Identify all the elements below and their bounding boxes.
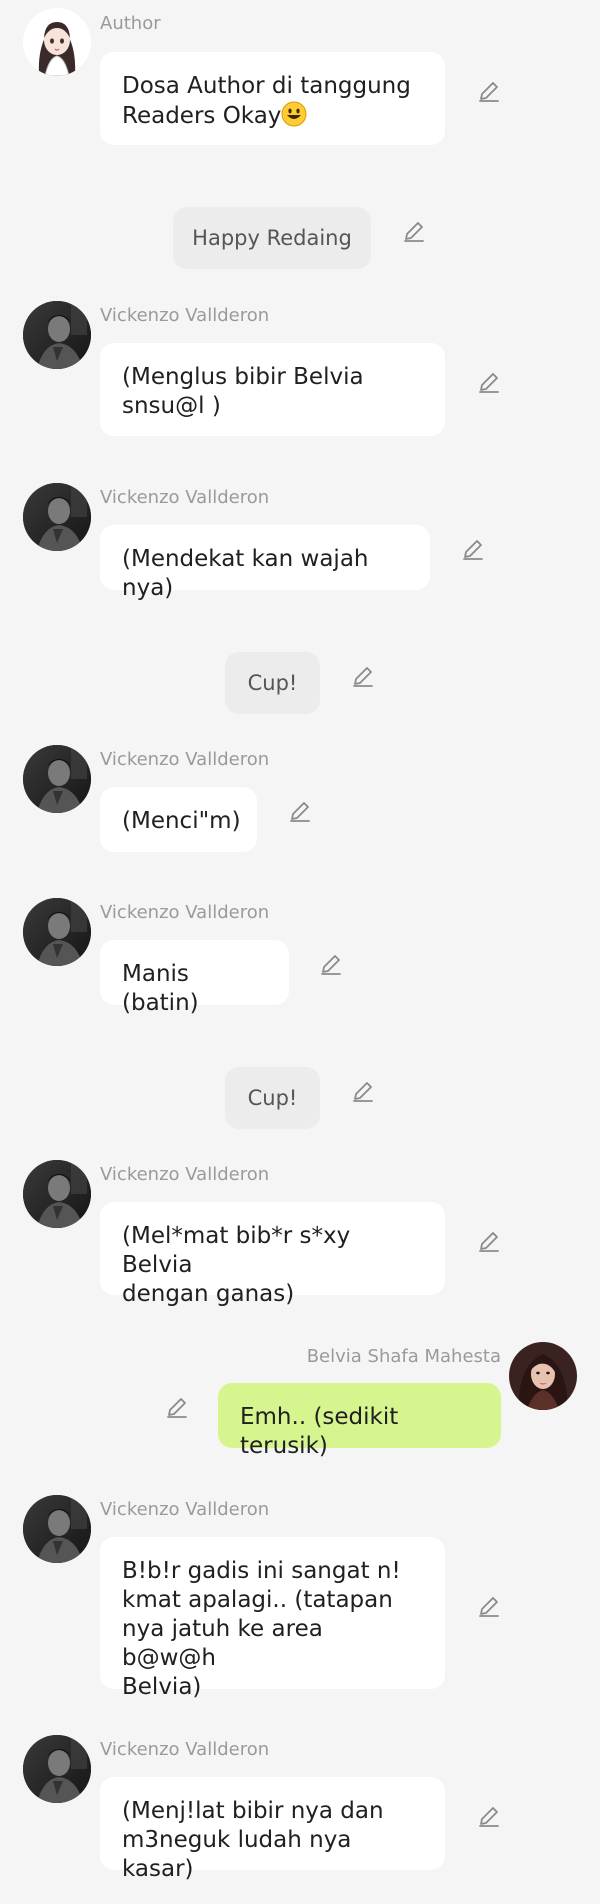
narration-text: Cup!	[247, 671, 298, 695]
message-text: Emh.. (sedikit terusik)	[240, 1404, 406, 1459]
sender-name: Vickenzo Vallderon	[100, 305, 270, 326]
message-text: (Mel*mat bib*r s*xy Belvia dengan ganas)	[122, 1223, 351, 1307]
edit-icon[interactable]	[476, 1803, 502, 1829]
narration-bubble[interactable]: Happy Redaing	[173, 207, 371, 269]
edit-icon[interactable]	[318, 951, 344, 977]
vickenzo-avatar[interactable]	[23, 1160, 91, 1228]
sender-name: Vickenzo Vallderon	[100, 1739, 270, 1760]
vickenzo-avatar[interactable]	[23, 1495, 91, 1563]
edit-icon[interactable]	[350, 663, 376, 689]
sender-name: Vickenzo Vallderon	[100, 487, 270, 508]
message-bubble[interactable]: Manis (batin)	[100, 940, 289, 1016]
sender-name: Vickenzo Vallderon	[100, 1499, 270, 1520]
narration-bubble[interactable]: Cup!	[225, 652, 320, 714]
edit-icon[interactable]	[476, 369, 502, 395]
edit-icon[interactable]	[164, 1394, 190, 1420]
sender-name: Author	[100, 13, 161, 34]
own-message-bubble[interactable]: Emh.. (sedikit terusik)	[218, 1383, 501, 1459]
narration-text: Cup!	[247, 1086, 298, 1110]
edit-icon[interactable]	[401, 218, 427, 244]
message-text: Dosa Author di tanggung Readers Okay	[122, 73, 411, 129]
edit-icon[interactable]	[287, 798, 313, 824]
edit-icon[interactable]	[476, 1593, 502, 1619]
author-avatar[interactable]	[23, 8, 91, 76]
message-bubble[interactable]: (Menglus bibir Belvia snsu@l )	[100, 343, 445, 436]
message-bubble[interactable]: Dosa Author di tanggung Readers Okay	[100, 52, 445, 145]
message-bubble[interactable]: B!b!r gadis ini sangat n! kmat apalagi..…	[100, 1537, 445, 1700]
message-bubble[interactable]: (Menj!lat bibir nya dan m3neguk ludah ny…	[100, 1777, 445, 1882]
vickenzo-avatar[interactable]	[23, 483, 91, 551]
message-text: B!b!r gadis ini sangat n! kmat apalagi..…	[122, 1558, 401, 1700]
narration-text: Happy Redaing	[192, 226, 352, 250]
message-bubble[interactable]: (Mel*mat bib*r s*xy Belvia dengan ganas)	[100, 1202, 445, 1307]
sender-name: Vickenzo Vallderon	[100, 902, 270, 923]
message-text: (Menj!lat bibir nya dan m3neguk ludah ny…	[122, 1798, 384, 1882]
message-bubble[interactable]: (Mendekat kan wajah nya)	[100, 525, 430, 601]
message-text: (Menci"m)	[122, 808, 241, 834]
sender-name: Vickenzo Vallderon	[100, 749, 270, 770]
vickenzo-avatar[interactable]	[23, 745, 91, 813]
message-text: Manis (batin)	[122, 961, 199, 1016]
edit-icon[interactable]	[350, 1078, 376, 1104]
grinning-face-emoji	[281, 101, 307, 127]
message-bubble[interactable]: (Menci"m)	[100, 787, 257, 852]
message-text: (Mendekat kan wajah nya)	[122, 546, 376, 601]
edit-icon[interactable]	[460, 536, 486, 562]
message-text: (Menglus bibir Belvia snsu@l )	[122, 364, 364, 419]
sender-name: Vickenzo Vallderon	[100, 1164, 270, 1185]
vickenzo-avatar[interactable]	[23, 898, 91, 966]
edit-icon[interactable]	[476, 78, 502, 104]
narration-bubble[interactable]: Cup!	[225, 1067, 320, 1129]
sender-name: Belvia Shafa Mahesta	[306, 1346, 501, 1367]
vickenzo-avatar[interactable]	[23, 301, 91, 369]
vickenzo-avatar[interactable]	[23, 1735, 91, 1803]
edit-icon[interactable]	[476, 1228, 502, 1254]
belvia-avatar[interactable]	[509, 1342, 577, 1410]
